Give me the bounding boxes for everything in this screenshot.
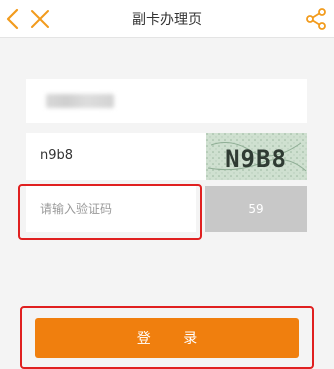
- countdown-value: 59: [248, 202, 264, 216]
- captcha-row: n9b8 N9B8: [26, 133, 307, 180]
- captcha-image[interactable]: N9B8: [206, 133, 307, 180]
- phone-number-field[interactable]: [26, 79, 307, 123]
- resend-countdown-button[interactable]: 59: [205, 186, 307, 232]
- captcha-image-text: N9B8: [225, 145, 287, 173]
- page-title: 副卡办理页: [132, 12, 202, 28]
- share-icon[interactable]: [304, 7, 328, 31]
- verification-code-input[interactable]: [26, 186, 196, 232]
- top-bar: 副卡办理页: [0, 0, 334, 38]
- captcha-input[interactable]: n9b8: [40, 148, 73, 163]
- login-button[interactable]: 登 录: [35, 318, 299, 358]
- blurred-phone-number: [46, 94, 114, 108]
